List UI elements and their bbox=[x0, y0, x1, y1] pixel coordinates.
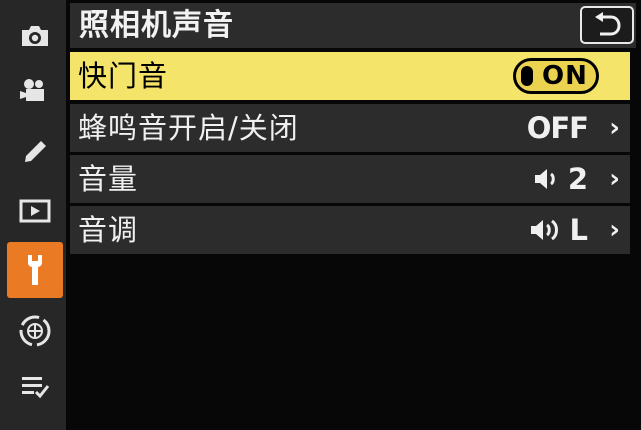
menu-item-value: 2 bbox=[532, 159, 588, 199]
menu-item-label: 音调 bbox=[78, 213, 139, 247]
menu-item-label: 蜂鸣音开启/关闭 bbox=[78, 111, 299, 145]
page-title: 照相机声音 bbox=[79, 8, 234, 43]
menu-item-pitch[interactable]: 音调 L › bbox=[70, 206, 630, 254]
volume-value: 2 bbox=[567, 162, 588, 196]
network-icon bbox=[19, 315, 51, 347]
speaker-loud-icon bbox=[530, 219, 558, 241]
my-menu-icon bbox=[22, 377, 50, 399]
sidebar-item-setup[interactable] bbox=[7, 242, 63, 298]
menu-item-value: OFF bbox=[521, 108, 589, 148]
wrench-icon bbox=[28, 255, 42, 285]
menu-item-label: 音量 bbox=[78, 162, 139, 196]
sidebar-item-playback[interactable] bbox=[7, 183, 63, 239]
sidebar-item-custom-settings[interactable] bbox=[7, 124, 63, 180]
sidebar bbox=[0, 0, 66, 430]
toggle-value: ON bbox=[542, 61, 588, 91]
toggle-knob bbox=[521, 66, 533, 86]
chevron-right-icon: › bbox=[609, 113, 620, 143]
menu-item-value: L bbox=[528, 210, 588, 250]
pencil-icon bbox=[25, 141, 46, 162]
menu-item-beep-on-off[interactable]: 蜂鸣音开启/关闭 OFF › bbox=[70, 104, 630, 152]
menu-item-volume[interactable]: 音量 2 › bbox=[70, 155, 630, 203]
beep-value: OFF bbox=[526, 111, 589, 145]
speaker-icon bbox=[534, 169, 555, 189]
sidebar-item-video-recording[interactable] bbox=[7, 63, 63, 119]
playback-icon bbox=[19, 199, 51, 223]
sidebar-item-my-menu[interactable] bbox=[7, 358, 63, 414]
camera-menu-screen: 照相机声音 快门音 ON 蜂鸣音开启/关闭 OFF › 音量 2 › 音调 L … bbox=[0, 0, 641, 430]
title-bar: 照相机声音 bbox=[70, 3, 636, 48]
back-button[interactable] bbox=[580, 6, 634, 44]
chevron-right-icon: › bbox=[609, 164, 620, 194]
sidebar-item-photo-shooting[interactable] bbox=[7, 8, 63, 64]
shutter-sound-toggle[interactable]: ON bbox=[513, 58, 599, 94]
pitch-value: L bbox=[569, 213, 588, 247]
sidebar-item-network[interactable] bbox=[7, 303, 63, 359]
movie-camera-icon bbox=[20, 79, 44, 101]
menu-item-label: 快门音 bbox=[78, 59, 169, 93]
return-arrow-icon bbox=[595, 12, 621, 36]
chevron-right-icon: › bbox=[609, 215, 620, 245]
menu-item-shutter-sound[interactable]: 快门音 ON bbox=[70, 52, 630, 100]
camera-icon bbox=[22, 26, 48, 46]
